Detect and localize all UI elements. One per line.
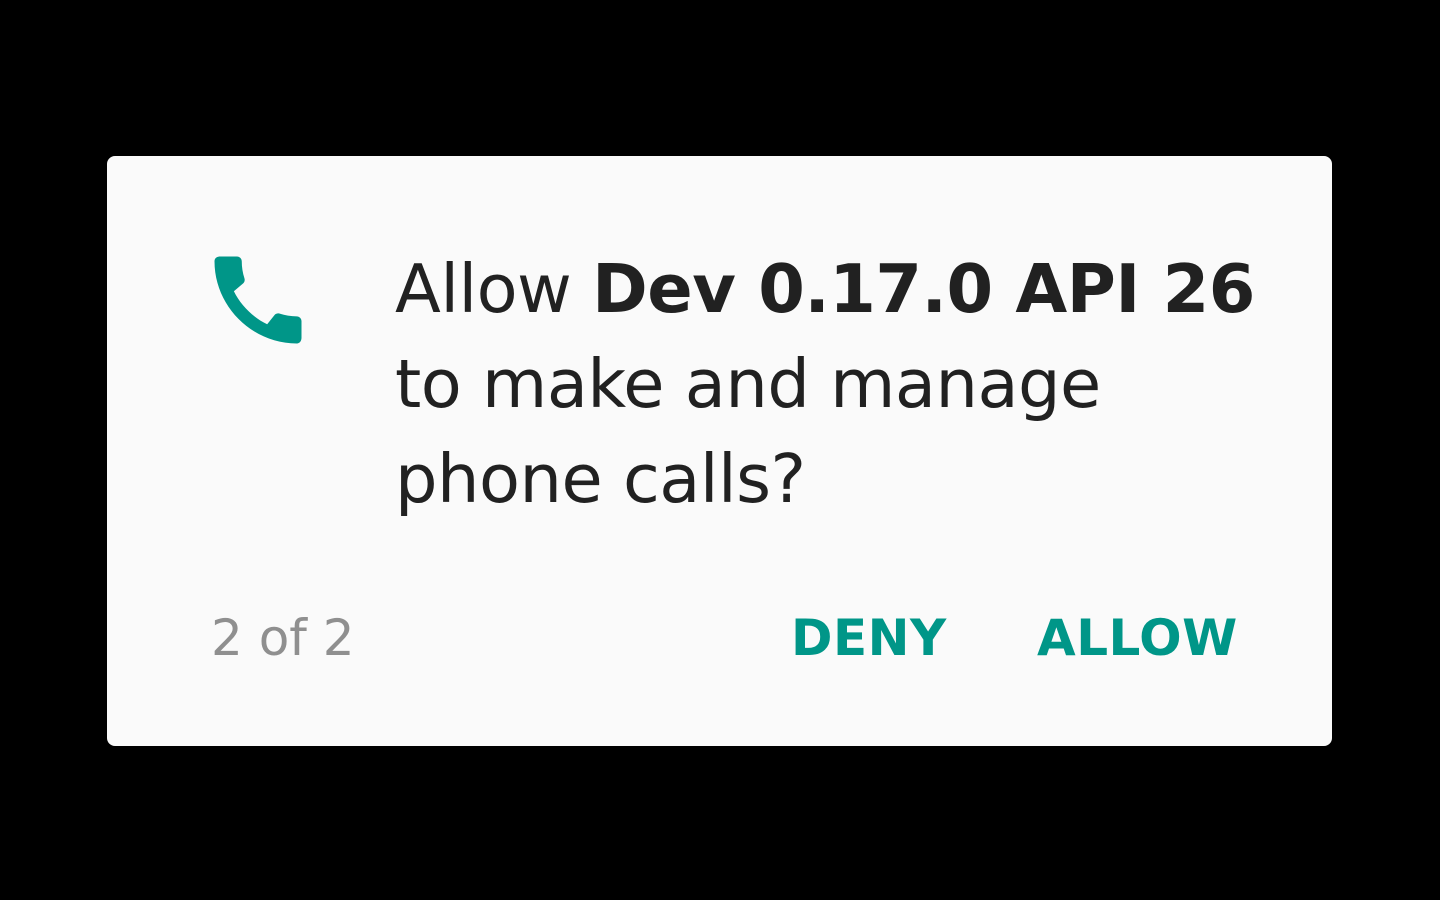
- message-suffix: to make and manage phone calls?: [395, 345, 1101, 518]
- permission-counter: 2 of 2: [211, 609, 355, 667]
- message-prefix: Allow: [395, 250, 593, 328]
- app-name: Dev 0.17.0 API 26: [592, 250, 1255, 328]
- deny-button[interactable]: DENY: [779, 602, 959, 674]
- permission-dialog: Allow Dev 0.17.0 API 26 to make and mana…: [107, 156, 1332, 746]
- allow-button[interactable]: ALLOW: [1025, 602, 1250, 674]
- phone-icon: [200, 242, 316, 358]
- screen-scrim: Allow Dev 0.17.0 API 26 to make and mana…: [0, 0, 1440, 900]
- permission-message: Allow Dev 0.17.0 API 26 to make and mana…: [395, 242, 1295, 527]
